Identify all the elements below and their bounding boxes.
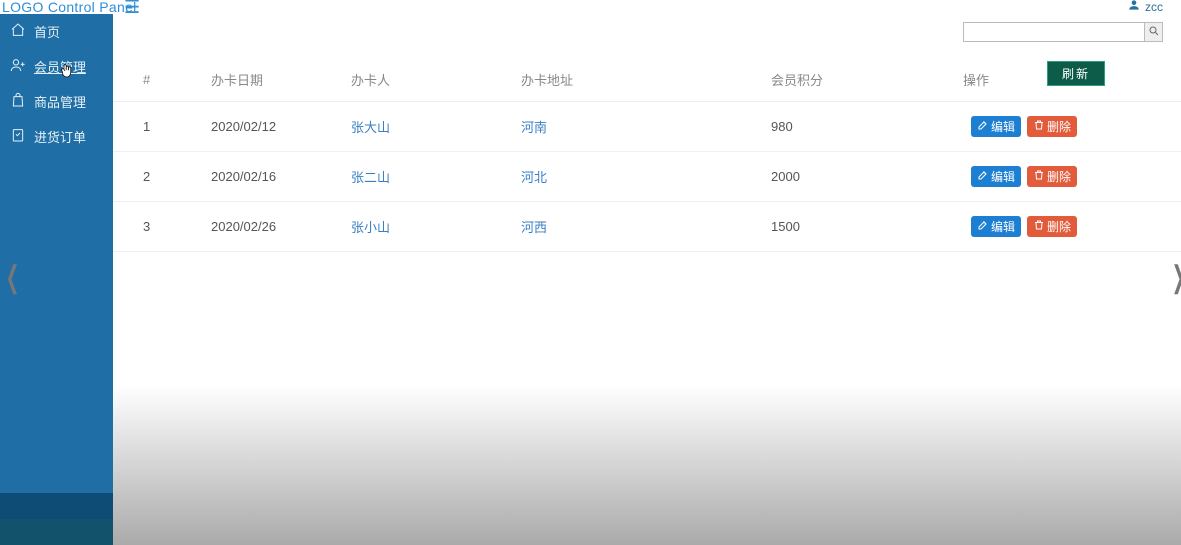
cell-index: 3 xyxy=(113,202,203,252)
sidebar-item-products[interactable]: 商品管理 xyxy=(0,84,113,119)
col-address: 办卡地址 xyxy=(513,58,763,102)
cell-address[interactable]: 河南 xyxy=(513,102,763,152)
sidebar-item-label: 进货订单 xyxy=(34,127,86,146)
prev-arrow-icon[interactable]: ❮ xyxy=(6,260,20,295)
cell-points: 980 xyxy=(763,102,963,152)
cell-points: 2000 xyxy=(763,152,963,202)
cell-date: 2020/02/16 xyxy=(203,152,343,202)
sidebar-footer-accent xyxy=(0,519,113,545)
col-points: 会员积分 xyxy=(763,58,963,102)
delete-label: 删除 xyxy=(1047,118,1071,135)
edit-label: 编辑 xyxy=(991,168,1015,185)
table-row: 22020/02/16张二山河北2000 编辑 删除 xyxy=(113,152,1181,202)
logo-text: LOGO Control Panel xyxy=(2,0,137,15)
delete-button[interactable]: 删除 xyxy=(1027,216,1077,237)
trash-icon xyxy=(1033,219,1045,234)
search-button[interactable] xyxy=(1145,22,1163,42)
sidebar-item-label: 首页 xyxy=(34,22,60,41)
sidebar-item-label: 商品管理 xyxy=(34,92,86,111)
edit-icon xyxy=(977,119,989,134)
user-menu[interactable]: zcc xyxy=(1127,0,1163,15)
bag-icon xyxy=(10,92,26,111)
edit-icon xyxy=(977,219,989,234)
delete-button[interactable]: 删除 xyxy=(1027,116,1077,137)
menu-toggle-icon[interactable]: ☰ xyxy=(124,0,140,14)
search-icon xyxy=(1148,25,1160,40)
cell-address[interactable]: 河北 xyxy=(513,152,763,202)
cell-date: 2020/02/26 xyxy=(203,202,343,252)
edit-label: 编辑 xyxy=(991,118,1015,135)
edit-button[interactable]: 编辑 xyxy=(971,216,1021,237)
cell-index: 2 xyxy=(113,152,203,202)
delete-button[interactable]: 删除 xyxy=(1027,166,1077,187)
table-row: 12020/02/12张大山河南980 编辑 删除 xyxy=(113,102,1181,152)
cell-address[interactable]: 河西 xyxy=(513,202,763,252)
main-content: 刷新 # 办卡日期 办卡人 办卡地址 会员积分 操作 12020/02/12张大… xyxy=(113,14,1181,545)
cell-index: 1 xyxy=(113,102,203,152)
username-label: zcc xyxy=(1145,0,1163,14)
edit-icon xyxy=(977,169,989,184)
trash-icon xyxy=(1033,119,1045,134)
members-table: # 办卡日期 办卡人 办卡地址 会员积分 操作 12020/02/12张大山河南… xyxy=(113,58,1181,252)
cell-ops: 编辑 删除 xyxy=(963,102,1181,152)
edit-button[interactable]: 编辑 xyxy=(971,116,1021,137)
edit-label: 编辑 xyxy=(991,218,1015,235)
cell-date: 2020/02/12 xyxy=(203,102,343,152)
sidebar-item-members[interactable]: 会员管理 xyxy=(0,49,113,84)
col-person: 办卡人 xyxy=(343,58,513,102)
cell-person[interactable]: 张大山 xyxy=(343,102,513,152)
delete-label: 删除 xyxy=(1047,218,1071,235)
sidebar-item-orders[interactable]: 进货订单 xyxy=(0,119,113,154)
sidebar-item-label: 会员管理 xyxy=(34,57,86,76)
cell-ops: 编辑 删除 xyxy=(963,202,1181,252)
trash-icon xyxy=(1033,169,1045,184)
next-arrow-icon[interactable]: ❯ xyxy=(1172,260,1181,295)
user-plus-icon xyxy=(10,57,26,76)
col-index: # xyxy=(113,58,203,102)
sidebar-item-home[interactable]: 首页 xyxy=(0,14,113,49)
col-date: 办卡日期 xyxy=(203,58,343,102)
delete-label: 删除 xyxy=(1047,168,1071,185)
user-icon xyxy=(1127,0,1141,15)
cell-person[interactable]: 张小山 xyxy=(343,202,513,252)
edit-button[interactable]: 编辑 xyxy=(971,166,1021,187)
search-input[interactable] xyxy=(963,22,1145,42)
table-row: 32020/02/26张小山河西1500 编辑 删除 xyxy=(113,202,1181,252)
search-bar xyxy=(963,22,1163,42)
home-icon xyxy=(10,22,26,41)
cell-person[interactable]: 张二山 xyxy=(343,152,513,202)
cell-ops: 编辑 删除 xyxy=(963,152,1181,202)
clipboard-check-icon xyxy=(10,127,26,146)
refresh-button[interactable]: 刷新 xyxy=(1047,61,1105,86)
cell-points: 1500 xyxy=(763,202,963,252)
